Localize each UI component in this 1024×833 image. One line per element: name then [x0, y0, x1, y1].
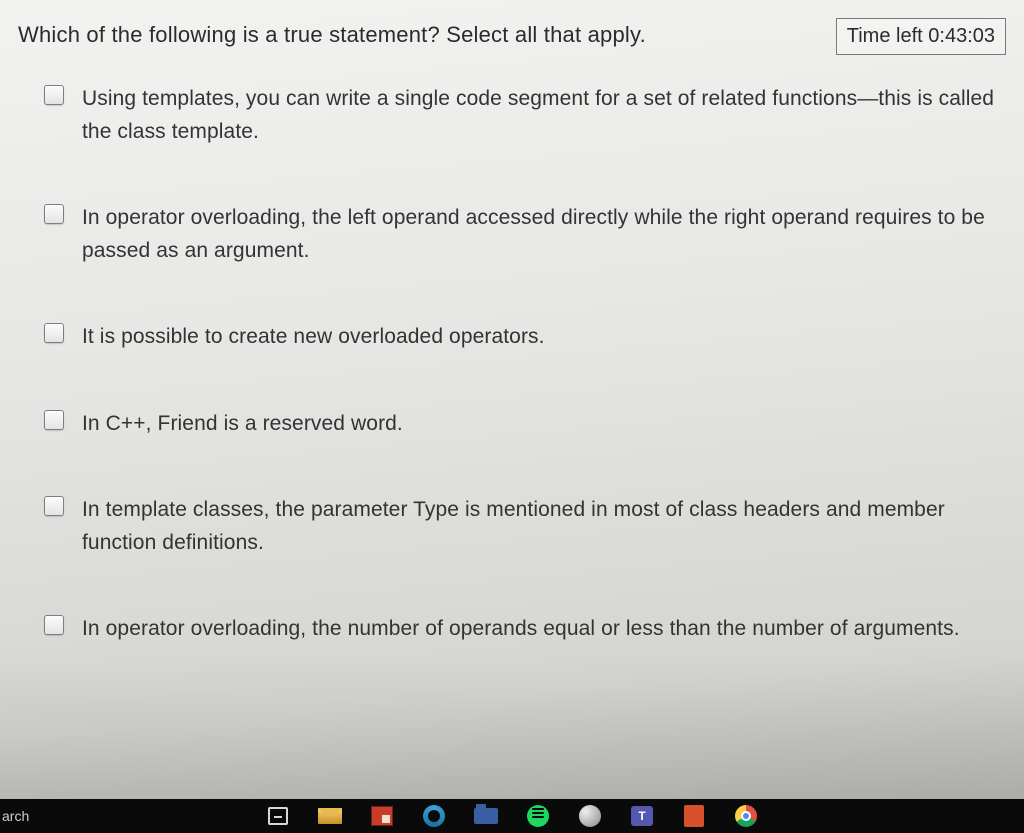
taskbar: arch: [0, 799, 1024, 833]
option-text: Using templates, you can write a single …: [82, 83, 996, 148]
timer-label: Time left: [847, 25, 923, 47]
timer-box: Time left 0:43:03: [836, 18, 1006, 55]
chrome-icon[interactable]: [734, 804, 758, 828]
teams-icon[interactable]: [630, 804, 654, 828]
search-fragment[interactable]: arch: [0, 808, 50, 824]
option-text: In operator overloading, the number of o…: [82, 613, 960, 646]
option-row: In template classes, the parameter Type …: [44, 494, 996, 559]
edge-icon[interactable]: [422, 804, 446, 828]
option-text: In C++, Friend is a reserved word.: [82, 408, 403, 441]
checkbox[interactable]: [44, 615, 64, 635]
option-row: It is possible to create new overloaded …: [44, 321, 996, 354]
options-list: Using templates, you can write a single …: [18, 83, 1006, 646]
option-row: Using templates, you can write a single …: [44, 83, 996, 148]
option-row: In C++, Friend is a reserved word.: [44, 408, 996, 441]
office-icon[interactable]: [682, 804, 706, 828]
question-text: Which of the following is a true stateme…: [18, 18, 646, 48]
checkbox[interactable]: [44, 204, 64, 224]
timer-value: 0:43:03: [928, 25, 995, 47]
mail-icon[interactable]: [318, 804, 342, 828]
quiz-page: Which of the following is a true stateme…: [0, 0, 1024, 833]
taskbar-center: [50, 804, 974, 828]
checkbox[interactable]: [44, 323, 64, 343]
option-text: It is possible to create new overloaded …: [82, 321, 545, 354]
file-explorer-icon[interactable]: [474, 804, 498, 828]
spotify-icon[interactable]: [526, 804, 550, 828]
sphere-icon[interactable]: [578, 804, 602, 828]
news-icon[interactable]: [370, 804, 394, 828]
checkbox[interactable]: [44, 410, 64, 430]
task-view-icon[interactable]: [266, 804, 290, 828]
option-row: In operator overloading, the left operan…: [44, 202, 996, 267]
option-text: In operator overloading, the left operan…: [82, 202, 996, 267]
option-row: In operator overloading, the number of o…: [44, 613, 996, 646]
checkbox[interactable]: [44, 85, 64, 105]
checkbox[interactable]: [44, 496, 64, 516]
option-text: In template classes, the parameter Type …: [82, 494, 996, 559]
question-header: Which of the following is a true stateme…: [18, 18, 1006, 55]
